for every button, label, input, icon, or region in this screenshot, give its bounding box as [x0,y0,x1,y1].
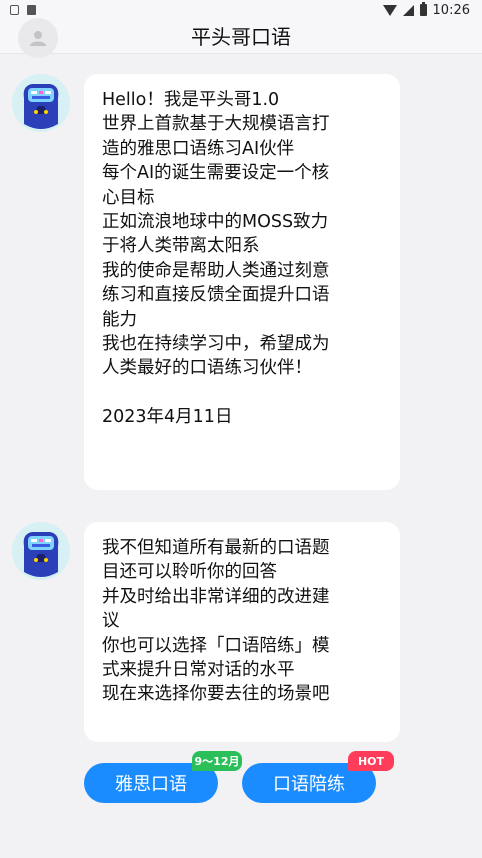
app-header: 平头哥口语 [0,18,482,58]
page-title: 平头哥口语 [191,25,291,49]
message-line: 人类最好的口语练习伙伴！ [102,358,312,379]
message-date: 2023年4月11日 [102,407,233,428]
message-line: 目还可以聆听你的回答 [102,562,277,583]
season-badge: 9～12月 [192,751,242,771]
message-line: 练习和直接反馈全面提升口语 [102,285,330,306]
message-line: 式来提升日常对话的水平 [102,660,295,681]
bot-avatar [12,522,70,580]
shield-icon [10,5,19,15]
message-line: 心目标 [102,187,155,208]
message-line: 造的雅思口语练习AI伙伴 [102,138,295,159]
message-line: 我不但知道所有最新的口语题 [102,538,330,558]
wifi-icon [382,4,397,16]
message-line: 我也在持续学习中，希望成为 [102,334,330,355]
hot-badge: HOT [348,751,394,771]
message-line: 世界上首款基于大规模语言打 [102,114,330,135]
status-time: 10:26 [432,2,470,18]
chat-bubble-guide: 我不但知道所有最新的口语题 目还可以聆听你的回答 并及时给出非常详细的改进建 议… [84,522,400,742]
speaking-practice-label: 口语陪练 [273,774,345,795]
message-line: 正如流浪地球中的MOSS致力 [102,212,329,233]
message-line: 并及时给出非常详细的改进建 [102,586,330,607]
chat-bubble-intro: Hello！我是平头哥1.0 世界上首款基于大规模语言打 造的雅思口语练习AI伙… [84,74,400,490]
robot-icon [12,522,70,580]
ielts-speaking-label: 雅思口语 [115,774,187,795]
battery-icon [419,2,427,16]
signal-icon [402,4,414,16]
status-bar: 10:26 [0,0,482,20]
message-line: 你也可以选择「口语陪练」模 [102,635,330,656]
robot-icon [12,74,70,132]
message-line: 于将人类带离太阳系 [102,236,260,257]
message-line: Hello！我是平头哥1.0 [102,90,280,110]
message-line: 我的使命是帮助人类通过刻意 [102,260,330,281]
notification-icon [27,5,36,15]
message-line: 能力 [102,309,137,330]
message-line: 现在来选择你要去往的场景吧 [102,684,330,705]
bot-avatar [12,74,70,132]
message-line: 议 [102,611,120,632]
message-line: 每个AI的诞生需要设定一个核 [102,163,330,184]
